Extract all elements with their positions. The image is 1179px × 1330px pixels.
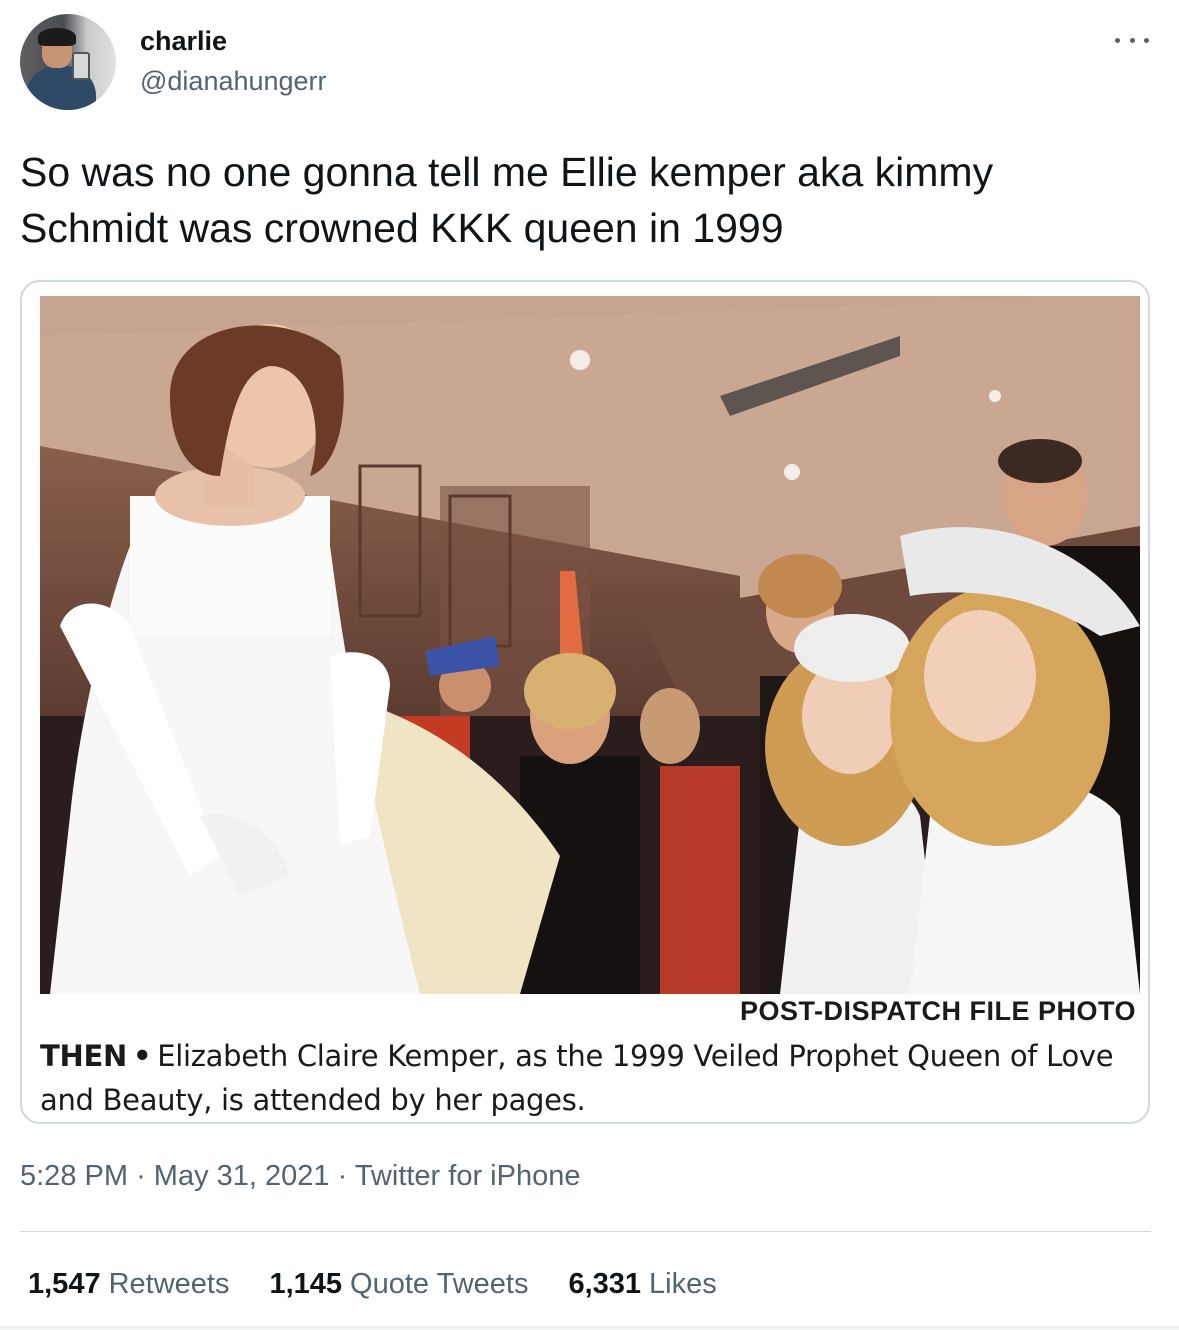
ellipsis-dot bbox=[1144, 37, 1149, 43]
author-avatar[interactable] bbox=[20, 14, 116, 110]
stat-count: 1,547 bbox=[28, 1268, 101, 1300]
stat-label: Likes bbox=[649, 1268, 717, 1300]
engagement-stats: 1,547 Retweets 1,145 Quote Tweets 6,331 Lik… bbox=[28, 1268, 717, 1301]
caption-lead: THEN bbox=[40, 1039, 127, 1073]
newspaper-photo bbox=[40, 296, 1140, 994]
meta-separator: · bbox=[337, 1160, 348, 1192]
caption-bullet: • bbox=[132, 1039, 152, 1073]
ellipsis-icon[interactable] bbox=[1115, 30, 1149, 50]
photo-illustration bbox=[40, 296, 1140, 994]
author-display-name[interactable]: charlie bbox=[140, 26, 227, 57]
photo-caption: THEN • Elizabeth Claire Kemper, as the 199… bbox=[40, 1034, 1130, 1122]
quote-tweets-stat[interactable]: 1,145 Quote Tweets bbox=[269, 1268, 528, 1301]
likes-stat[interactable]: 6,331 Likes bbox=[568, 1268, 716, 1301]
caption-text: Elizabeth Claire Kemper, as the 1999 Vei… bbox=[40, 1039, 1114, 1117]
divider bbox=[20, 1231, 1151, 1232]
stat-label: Quote Tweets bbox=[350, 1268, 529, 1300]
tweet-meta: 5:28 PM · May 31, 2021 · Twitter for iPh… bbox=[20, 1160, 580, 1193]
retweets-stat[interactable]: 1,547 Retweets bbox=[28, 1268, 229, 1301]
meta-separator: · bbox=[136, 1160, 146, 1192]
stat-count: 6,331 bbox=[568, 1268, 642, 1300]
avatar-hair bbox=[38, 28, 76, 46]
media-card[interactable]: POST-DISPATCH FILE PHOTO THEN • Elizabeth … bbox=[20, 280, 1150, 1124]
tweet-date[interactable]: May 31, 2021 bbox=[154, 1160, 330, 1192]
author-handle[interactable]: @dianahungerr bbox=[140, 66, 327, 97]
tweet-text: So was no one gonna tell me Ellie kemper… bbox=[20, 149, 994, 251]
bottom-divider bbox=[0, 1326, 1179, 1330]
stat-count: 1,145 bbox=[269, 1268, 343, 1300]
tweet-source[interactable]: Twitter for iPhone bbox=[355, 1160, 581, 1192]
tweet-time[interactable]: 5:28 PM bbox=[20, 1160, 128, 1192]
ellipsis-dot bbox=[1115, 37, 1120, 43]
ellipsis-dot bbox=[1129, 37, 1135, 43]
photo-credit: POST-DISPATCH FILE PHOTO bbox=[739, 996, 1136, 1026]
stat-label: Retweets bbox=[108, 1268, 230, 1300]
avatar-phone bbox=[72, 52, 90, 80]
